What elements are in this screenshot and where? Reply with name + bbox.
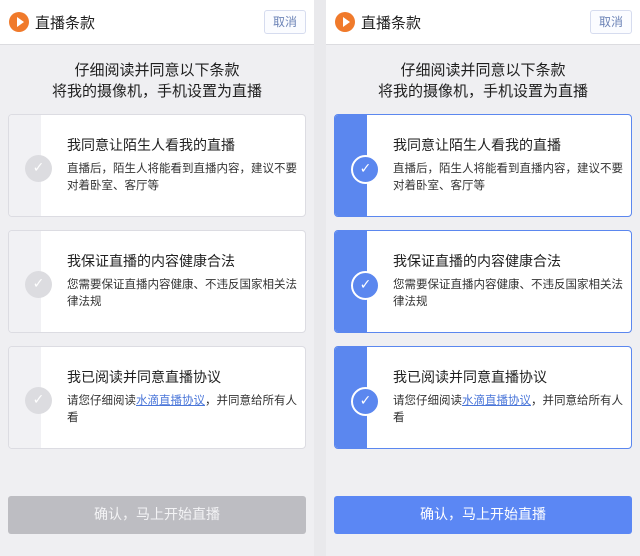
- intro-line-1: 仔细阅读并同意以下条款: [74, 61, 240, 79]
- checkmark-icon[interactable]: ✓: [25, 155, 52, 182]
- page-title: 直播条款: [35, 14, 96, 32]
- agreement-link[interactable]: 水滴直播协议: [462, 393, 531, 407]
- play-logo-icon: [335, 12, 355, 32]
- checkmark-icon[interactable]: ✓: [25, 271, 52, 298]
- terms-item-desc: 请您仔细阅读水滴直播协议，并同意给所有人看: [67, 392, 297, 426]
- terms-item-content[interactable]: ✓ 我保证直播的内容健康合法 您需要保证直播内容健康、不违反国家相关法律法规: [334, 230, 632, 333]
- header-bar: 直播条款 取消: [0, 0, 314, 45]
- checkmark-icon[interactable]: ✓: [25, 387, 52, 414]
- screen-checked: 直播条款 取消 仔细阅读并同意以下条款 将我的摄像机，手机设置为直播 ✓ 我同意…: [326, 0, 640, 556]
- intro-text: 仔细阅读并同意以下条款 将我的摄像机，手机设置为直播: [0, 60, 314, 102]
- desc-prefix: 请您仔细阅读: [393, 393, 462, 407]
- terms-item-desc: 您需要保证直播内容健康、不违反国家相关法律法规: [393, 277, 623, 308]
- intro-line-2: 将我的摄像机，手机设置为直播: [51, 82, 262, 100]
- checkmark-icon[interactable]: ✓: [351, 155, 380, 184]
- intro-line-2: 将我的摄像机，手机设置为直播: [377, 82, 588, 100]
- header-bar: 直播条款 取消: [326, 0, 640, 45]
- desc-prefix: 请您仔细阅读: [67, 393, 136, 407]
- terms-item-title: 我保证直播的内容健康合法: [393, 254, 561, 270]
- terms-item-stranger[interactable]: ✓ 我同意让陌生人看我的直播 直播后，陌生人将能看到直播内容，建议不要对着卧室、…: [8, 114, 306, 217]
- terms-item-title: 我已阅读并同意直播协议: [67, 370, 221, 386]
- page-title: 直播条款: [361, 14, 422, 32]
- screen-unchecked: 直播条款 取消 仔细阅读并同意以下条款 将我的摄像机，手机设置为直播 ✓ 我同意…: [0, 0, 314, 556]
- confirm-start-button[interactable]: 确认，马上开始直播: [334, 496, 632, 534]
- terms-item-desc: 请您仔细阅读水滴直播协议，并同意给所有人看: [393, 392, 623, 426]
- terms-item-agreement[interactable]: ✓ 我已阅读并同意直播协议 请您仔细阅读水滴直播协议，并同意给所有人看: [8, 346, 306, 449]
- checkmark-icon[interactable]: ✓: [351, 387, 380, 416]
- intro-line-1: 仔细阅读并同意以下条款: [400, 61, 566, 79]
- terms-item-title: 我同意让陌生人看我的直播: [393, 138, 561, 154]
- cancel-button[interactable]: 取消: [264, 10, 306, 34]
- agreement-link[interactable]: 水滴直播协议: [136, 393, 205, 407]
- confirm-start-button[interactable]: 确认，马上开始直播: [8, 496, 306, 534]
- cancel-button[interactable]: 取消: [590, 10, 632, 34]
- terms-item-agreement[interactable]: ✓ 我已阅读并同意直播协议 请您仔细阅读水滴直播协议，并同意给所有人看: [334, 346, 632, 449]
- terms-item-desc: 直播后，陌生人将能看到直播内容，建议不要对着卧室、客厅等: [67, 161, 297, 192]
- terms-item-title: 我同意让陌生人看我的直播: [67, 138, 235, 154]
- terms-item-stranger[interactable]: ✓ 我同意让陌生人看我的直播 直播后，陌生人将能看到直播内容，建议不要对着卧室、…: [334, 114, 632, 217]
- terms-item-content[interactable]: ✓ 我保证直播的内容健康合法 您需要保证直播内容健康、不违反国家相关法律法规: [8, 230, 306, 333]
- checkmark-icon[interactable]: ✓: [351, 271, 380, 300]
- terms-item-title: 我已阅读并同意直播协议: [393, 370, 547, 386]
- terms-item-desc: 您需要保证直播内容健康、不违反国家相关法律法规: [67, 277, 297, 308]
- terms-item-title: 我保证直播的内容健康合法: [67, 254, 235, 270]
- terms-item-desc: 直播后，陌生人将能看到直播内容，建议不要对着卧室、客厅等: [393, 161, 623, 192]
- intro-text: 仔细阅读并同意以下条款 将我的摄像机，手机设置为直播: [326, 60, 640, 102]
- play-logo-icon: [9, 12, 29, 32]
